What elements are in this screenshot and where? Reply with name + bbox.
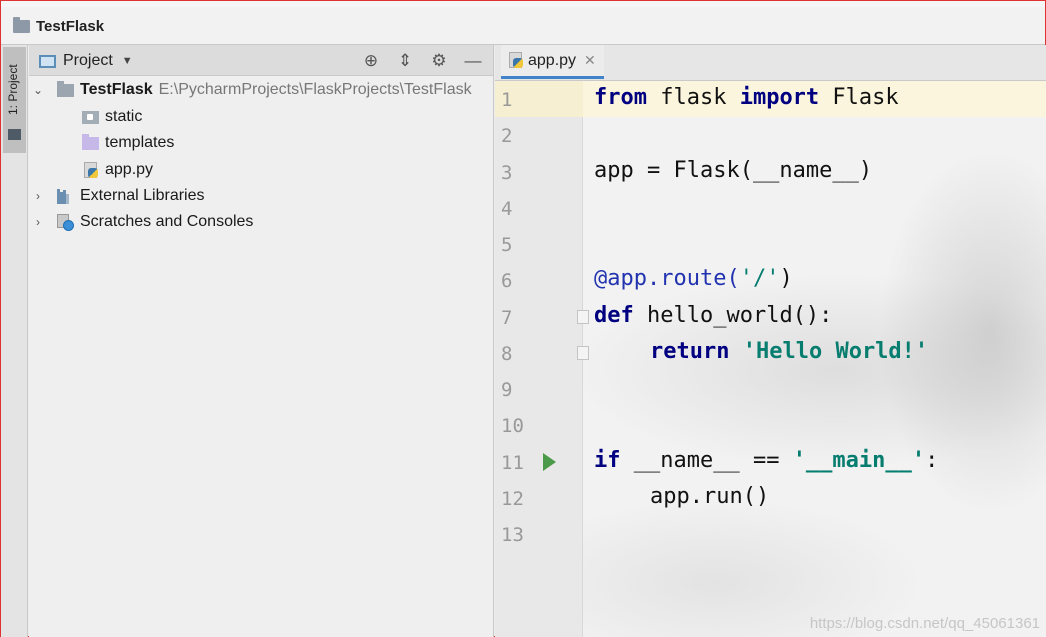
title-bar: TestFlask <box>1 1 1045 45</box>
templates-folder-icon <box>82 133 99 150</box>
code-text: : <box>925 448 939 473</box>
line-number: 3 <box>501 162 513 184</box>
keyword: def <box>594 303 634 328</box>
line-number: 1 <box>501 89 513 111</box>
line-number: 12 <box>501 488 524 510</box>
string-literal: '__main__' <box>792 448 926 473</box>
project-panel-header: Project ▼ ⊕ ⇕ ⚙ — <box>29 45 493 76</box>
python-file-icon <box>84 161 99 179</box>
project-title: TestFlask <box>36 17 105 35</box>
folder-icon <box>13 16 30 33</box>
tree-item-testflask[interactable]: ⌄ TestFlask E:\PycharmProjects\FlaskProj… <box>31 78 472 102</box>
library-icon <box>57 188 74 204</box>
tree-item-label: External Libraries <box>80 187 205 204</box>
string-literal: 'Hello World!' <box>742 339 929 364</box>
code-text: flask <box>646 85 740 110</box>
locate-icon[interactable]: ⊕ <box>361 52 381 70</box>
keyword: from <box>594 85 647 110</box>
tree-item-label: templates <box>105 134 175 151</box>
line-number: 13 <box>501 524 524 546</box>
chevron-down-icon: ▼ <box>121 55 133 67</box>
watermark: https://blog.csdn.net/qq_45061361 <box>809 615 1040 632</box>
resource-folder-icon <box>82 110 99 124</box>
project-view-icon <box>39 54 56 68</box>
collapse-all-icon[interactable]: ⇕ <box>395 52 415 70</box>
project-breadcrumb[interactable]: TestFlask <box>13 16 104 36</box>
line-number: 11 <box>501 452 524 474</box>
code-text: hello_world(): <box>633 303 833 328</box>
hide-icon[interactable]: — <box>463 52 483 70</box>
tree-item-templates[interactable]: templates <box>82 131 174 155</box>
project-view-label: Project <box>63 52 113 69</box>
close-icon[interactable]: ✕ <box>584 52 596 69</box>
line-number: 7 <box>501 307 513 329</box>
code-line-3: app = Flask(__name__) <box>594 158 873 183</box>
line-number: 6 <box>501 270 513 292</box>
decorator: @app.route( <box>594 266 740 291</box>
keyword: import <box>739 85 820 110</box>
string-literal: '/' <box>739 266 780 291</box>
chevron-right-icon[interactable]: › <box>31 189 45 203</box>
code-text: Flask <box>819 85 899 110</box>
tab-label: app.py <box>528 51 577 69</box>
code-line-8: return 'Hello World!' <box>650 339 928 364</box>
project-tool-tab-label: 1: Project <box>6 64 20 115</box>
tree-item-label: Scratches and Consoles <box>80 213 254 230</box>
tree-item-external-libraries[interactable]: › External Libraries <box>31 184 205 208</box>
python-file-icon <box>509 52 524 69</box>
code-line-7: def hello_world(): <box>594 303 832 328</box>
fold-marker-icon[interactable] <box>577 346 589 360</box>
gear-icon[interactable]: ⚙ <box>429 52 449 70</box>
tree-item-label: app.py <box>105 161 154 178</box>
project-view-selector[interactable]: Project ▼ <box>39 52 133 70</box>
fold-marker-icon[interactable] <box>577 310 589 324</box>
editor-tab-bar: app.py ✕ <box>495 45 1046 81</box>
chevron-right-icon[interactable]: › <box>31 215 45 229</box>
keyword: return <box>650 339 730 364</box>
code-editor[interactable]: app.py ✕ 1 2 3 4 5 6 7 8 9 10 11 12 13 f… <box>495 45 1046 637</box>
project-panel: Project ▼ ⊕ ⇕ ⚙ — ⌄ TestFlask E:\Pycharm… <box>29 45 494 637</box>
line-number: 4 <box>501 198 513 220</box>
tree-item-static[interactable]: static <box>82 105 142 129</box>
tree-item-scratches[interactable]: › Scratches and Consoles <box>31 210 253 234</box>
code-line-1: from flask import Flask <box>594 85 899 110</box>
tree-item-app-py[interactable]: app.py <box>84 158 153 182</box>
line-number: 10 <box>501 415 524 437</box>
run-icon[interactable] <box>543 453 556 471</box>
folder-icon <box>8 129 21 140</box>
menu-strip <box>1 1 1045 7</box>
tree-item-path: E:\PycharmProjects\FlaskProjects\TestFla… <box>158 81 472 98</box>
code-line-11: if __name__ == '__main__': <box>594 448 938 473</box>
chevron-down-icon[interactable]: ⌄ <box>31 83 45 97</box>
tool-window-stripe: 1: Project <box>1 45 28 637</box>
scratches-icon <box>57 213 74 231</box>
code-line-6: @app.route('/') <box>594 266 793 291</box>
line-number: 2 <box>501 125 513 147</box>
line-number: 9 <box>501 379 513 401</box>
project-tool-tab[interactable]: 1: Project <box>3 47 26 153</box>
code-text: __name__ == <box>620 448 793 473</box>
line-number: 5 <box>501 234 513 256</box>
tree-item-label: static <box>105 108 143 125</box>
tab-app-py[interactable]: app.py ✕ <box>501 45 604 79</box>
folder-icon <box>57 80 74 97</box>
keyword: if <box>594 448 621 473</box>
code-text: ) <box>779 266 793 291</box>
tree-item-label: TestFlask <box>80 81 153 98</box>
line-number: 8 <box>501 343 513 365</box>
code-line-12: app.run() <box>650 484 770 509</box>
